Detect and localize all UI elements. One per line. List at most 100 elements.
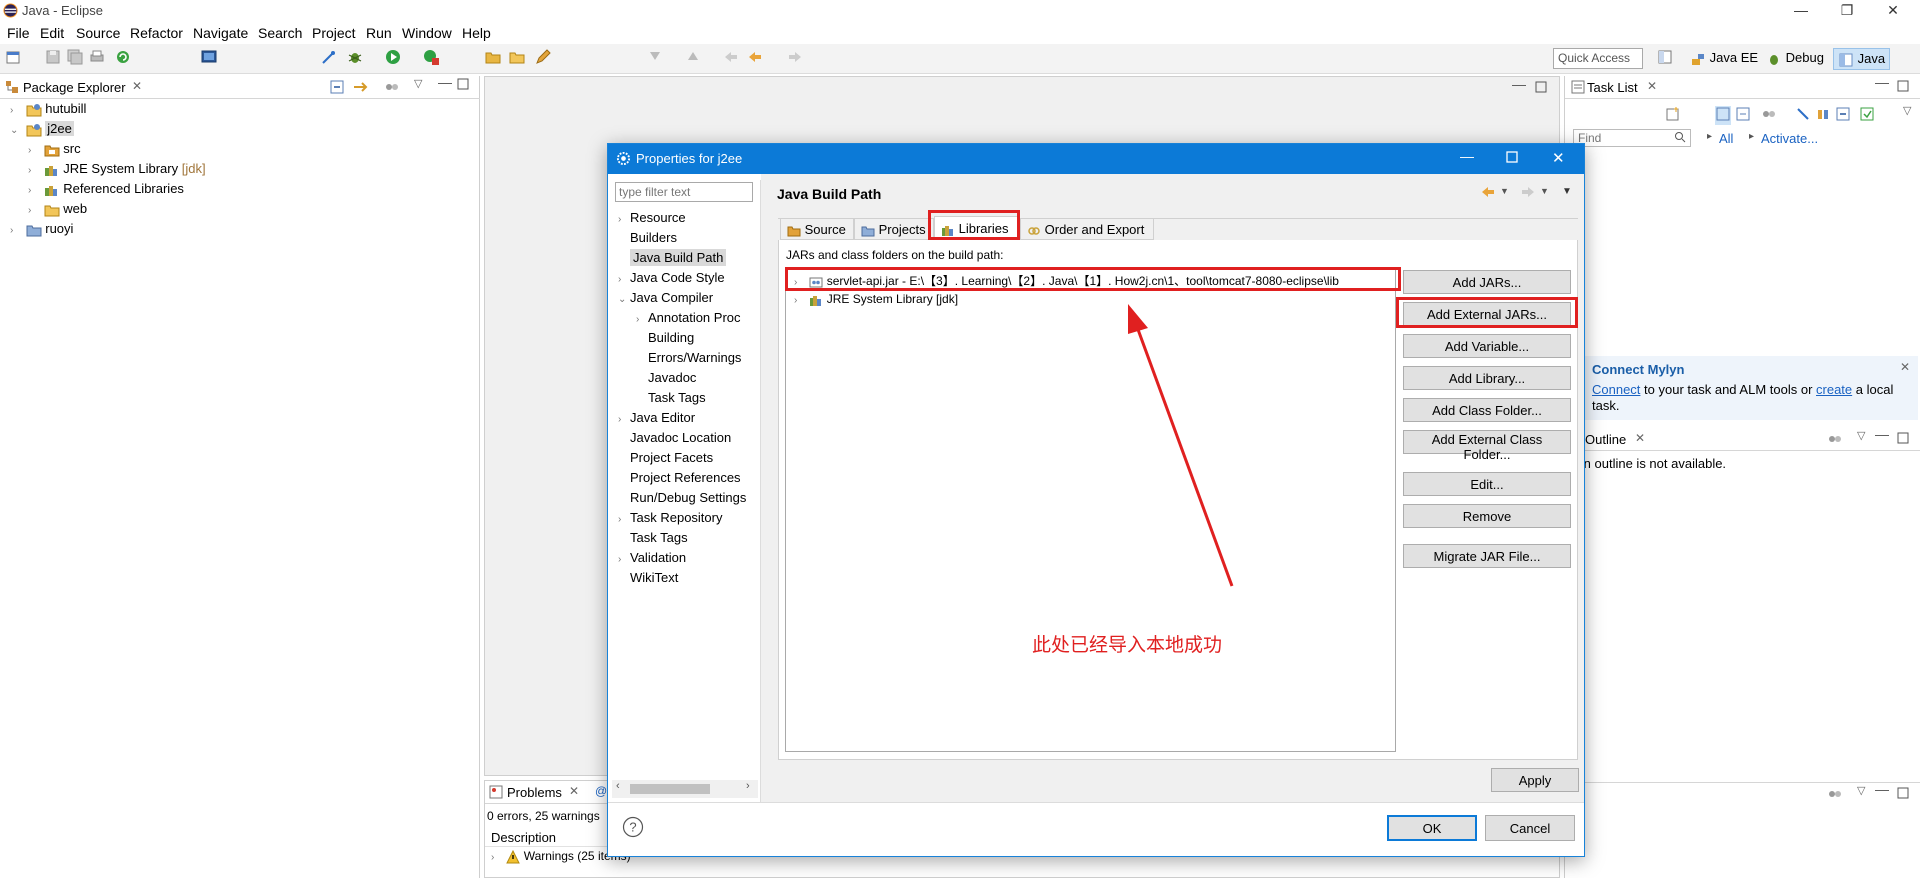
tab-source[interactable]: Source — [780, 218, 854, 240]
nav-item[interactable]: › Java Editor — [618, 410, 695, 428]
terminal-icon[interactable] — [200, 48, 218, 66]
maximize-view-icon[interactable] — [1897, 787, 1909, 802]
nav-item[interactable]: ⌄ Java Compiler — [618, 290, 713, 308]
close-window-button[interactable]: ✕ — [1870, 0, 1916, 22]
categorized-icon[interactable] — [1715, 106, 1731, 125]
menu-source[interactable]: Source — [76, 25, 120, 41]
collapse-all-icon[interactable] — [330, 80, 344, 97]
chevron-right-icon[interactable]: › — [618, 214, 630, 225]
nav-item[interactable]: › Annotation Proc — [636, 310, 741, 328]
scroll-right-icon[interactable]: › — [746, 780, 750, 792]
tree-item-j2ee[interactable]: ⌄ j2ee — [10, 121, 74, 139]
connect-link[interactable]: Connect — [1592, 382, 1640, 397]
add-library-button[interactable]: Add Library... — [1403, 366, 1571, 390]
last-edit-icon[interactable] — [722, 48, 740, 66]
new-icon[interactable] — [5, 48, 23, 66]
entry-jre-system-library[interactable]: › JRE System Library [jdk] — [794, 292, 958, 310]
chevron-right-icon[interactable]: › — [618, 414, 630, 425]
tree-item-referenced-libraries[interactable]: › Referenced Libraries — [28, 181, 184, 199]
nav-item[interactable]: › Validation — [618, 550, 686, 568]
dialog-close-button[interactable]: ✕ — [1552, 149, 1565, 167]
menu-window[interactable]: Window — [402, 25, 452, 41]
editor-maximize-icon[interactable] — [1535, 81, 1547, 96]
filters-icon[interactable] — [1827, 787, 1843, 804]
chevron-down-icon[interactable]: ⌄ — [618, 294, 630, 305]
menu-navigate[interactable]: Navigate — [193, 25, 248, 41]
maximize-view-icon[interactable] — [1897, 432, 1909, 447]
nav-item[interactable]: Java Build Path — [618, 249, 727, 268]
menu-refactor[interactable]: Refactor — [130, 25, 183, 41]
back-icon[interactable] — [746, 48, 764, 66]
filter-input[interactable]: type filter text — [615, 182, 753, 202]
dialog-maximize-button[interactable] — [1506, 151, 1518, 166]
create-link[interactable]: create — [1816, 382, 1852, 397]
minimize-view-icon[interactable]: — — [1875, 781, 1889, 797]
debug-icon[interactable] — [346, 48, 364, 66]
help-icon[interactable]: ? — [622, 816, 644, 841]
add-jars-button[interactable]: Add JARs... — [1403, 270, 1571, 294]
chevron-right-icon[interactable]: › — [636, 314, 648, 325]
tree-item-jre-library[interactable]: › JRE System Library [jdk] — [28, 161, 206, 179]
nav-item[interactable]: › Task Repository — [618, 510, 722, 528]
view-menu-icon[interactable]: ▽ — [1857, 784, 1865, 797]
refresh-icon[interactable] — [114, 48, 132, 66]
add-variable-button[interactable]: Add Variable... — [1403, 334, 1571, 358]
build-path-list[interactable] — [785, 268, 1396, 752]
scrollbar-thumb[interactable] — [630, 784, 710, 794]
tab-projects[interactable]: Projects — [854, 218, 934, 240]
minimize-view-icon[interactable]: — — [1875, 426, 1889, 442]
nav-item[interactable]: Building — [636, 330, 694, 348]
task-list-title[interactable]: Task List — [1587, 80, 1638, 95]
menu-search[interactable]: Search — [258, 25, 302, 41]
chevron-right-icon[interactable]: › — [618, 554, 630, 565]
minimize-view-icon[interactable]: — — [438, 74, 452, 90]
minimize-view-icon[interactable]: — — [1875, 74, 1889, 90]
perspective-java[interactable]: Java — [1833, 48, 1891, 70]
toggle-breakpoint-icon[interactable] — [320, 48, 338, 66]
perspective-debug[interactable]: Debug — [1762, 48, 1828, 70]
next-annotation-icon[interactable] — [646, 48, 664, 66]
nav-item[interactable]: Javadoc Location — [618, 430, 731, 448]
save-icon[interactable] — [44, 48, 62, 66]
chevron-down-icon[interactable]: ▼ — [1540, 186, 1549, 196]
apply-button[interactable]: Apply — [1491, 768, 1579, 792]
nav-item[interactable]: Task Tags — [636, 390, 706, 408]
tree-item-hutubill[interactable]: › hutubill — [10, 101, 86, 119]
chevron-down-icon[interactable]: ▼ — [1500, 186, 1509, 196]
view-menu-icon[interactable]: ▽ — [414, 77, 422, 90]
dialog-minimize-button[interactable]: — — [1460, 148, 1474, 164]
tab-order-export[interactable]: Order and Export — [1020, 218, 1154, 240]
open-folder-icon[interactable] — [508, 48, 526, 66]
all-link[interactable]: All — [1719, 131, 1733, 146]
perspective-java-ee[interactable]: Java EE — [1686, 48, 1762, 70]
filter-icon[interactable] — [1761, 106, 1777, 125]
filters-icon[interactable] — [384, 80, 400, 97]
view-menu-icon[interactable]: ▽ — [1857, 429, 1865, 442]
menu-edit[interactable]: Edit — [40, 25, 64, 41]
nav-item[interactable]: Task Tags — [618, 530, 688, 548]
view-menu-icon[interactable]: ▽ — [1903, 104, 1911, 117]
menu-help[interactable]: Help — [462, 25, 491, 41]
new-task-icon[interactable] — [1665, 106, 1681, 125]
add-external-class-folder-button[interactable]: Add External Class Folder... — [1403, 430, 1571, 462]
description-column-header[interactable]: Description — [491, 830, 556, 845]
focus-icon[interactable] — [1815, 106, 1831, 125]
hide-completed-icon[interactable] — [1795, 106, 1811, 125]
link-editor-icon[interactable] — [352, 80, 368, 97]
sync-icon[interactable] — [1859, 106, 1875, 125]
task-find-input[interactable]: Find — [1573, 129, 1691, 147]
tree-item-src[interactable]: › src — [28, 141, 81, 159]
maximize-view-icon[interactable] — [1897, 80, 1909, 95]
back-arrow-icon[interactable] — [1480, 184, 1496, 203]
collapse-icon[interactable] — [1835, 106, 1851, 125]
add-class-folder-button[interactable]: Add Class Folder... — [1403, 398, 1571, 422]
nav-horizontal-scrollbar[interactable]: ‹ › — [612, 780, 758, 798]
nav-item[interactable]: Run/Debug Settings — [618, 490, 746, 508]
close-view-icon[interactable]: ✕ — [1647, 79, 1657, 93]
chevron-right-icon[interactable]: › — [618, 514, 630, 525]
tree-item-ruoyi[interactable]: › ruoyi — [10, 221, 73, 239]
forward-icon[interactable] — [786, 48, 804, 66]
close-view-icon[interactable]: ✕ — [1635, 431, 1645, 445]
activate-link[interactable]: Activate... — [1761, 131, 1818, 146]
filters-icon[interactable] — [1827, 432, 1843, 449]
